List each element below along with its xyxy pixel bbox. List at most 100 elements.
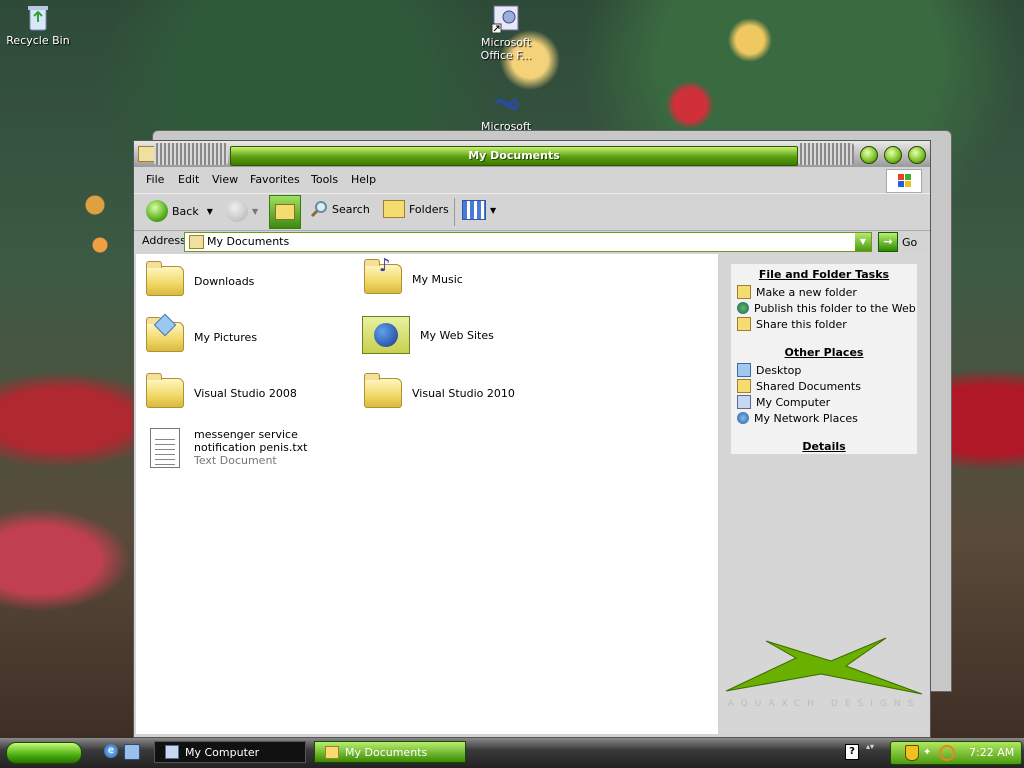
address-field[interactable]: My Documents ▼ — [184, 232, 872, 252]
menu-edit[interactable]: Edit — [178, 173, 199, 186]
go-arrow-icon: → — [878, 232, 898, 252]
place-my-computer[interactable]: My Computer — [731, 394, 917, 410]
clock[interactable]: 7:22 AM — [969, 746, 1014, 759]
menu-file[interactable]: File — [146, 173, 164, 186]
item-type: Text Document — [194, 454, 277, 467]
start-button[interactable] — [6, 742, 82, 764]
place-shared-documents[interactable]: Shared Documents — [731, 378, 917, 394]
chevron-down-icon[interactable]: ▼ — [252, 207, 258, 216]
task-label: Share this folder — [756, 317, 847, 331]
theme-logo: AQUAXCH DESIGNS — [725, 636, 923, 716]
place-label: Desktop — [756, 363, 802, 377]
task-pane: File and Folder Tasks Make a new folder … — [720, 254, 928, 734]
back-arrow-icon — [146, 200, 168, 222]
menu-favorites[interactable]: Favorites — [250, 173, 300, 186]
address-dropdown-button[interactable]: ▼ — [855, 233, 871, 251]
item-name: My Web Sites — [420, 328, 494, 342]
list-item[interactable]: ♪ My Music — [364, 255, 463, 294]
maximize-button[interactable] — [884, 146, 902, 164]
folder-up-icon — [275, 204, 295, 220]
folder-icon — [146, 373, 184, 408]
task-share-folder[interactable]: Share this folder — [731, 316, 917, 332]
web-folder-icon — [362, 316, 410, 354]
close-button[interactable] — [908, 146, 926, 164]
task-label: Make a new folder — [756, 285, 857, 299]
views-button[interactable]: ▼ — [462, 200, 496, 220]
toolbar: Back ▼ ▼ Search Folders ▼ — [134, 193, 930, 231]
security-shield-icon[interactable] — [905, 745, 919, 761]
folder-icon — [189, 235, 204, 249]
go-button[interactable]: → Go — [878, 232, 917, 252]
folder-icon — [737, 379, 751, 393]
network-icon[interactable]: ✦ — [923, 747, 931, 758]
search-button[interactable]: Search — [310, 200, 370, 218]
list-item[interactable]: messenger service notification penis.txt… — [150, 428, 344, 468]
office-shortcut-icon — [491, 4, 521, 34]
title-grip-right — [798, 143, 854, 165]
folders-icon — [383, 200, 405, 218]
task-label: Publish this folder to the Web — [754, 301, 916, 315]
title-bar[interactable]: My Documents — [134, 141, 930, 167]
place-label: My Computer — [756, 395, 831, 409]
help-icon[interactable]: ? — [845, 744, 859, 760]
computer-icon — [165, 745, 179, 759]
place-network[interactable]: My Network Places — [731, 410, 917, 426]
menu-tools[interactable]: Tools — [311, 173, 338, 186]
watermark-text: AQUAXCH DESIGNS — [727, 699, 921, 709]
item-name: My Music — [412, 272, 463, 286]
task-my-documents[interactable]: My Documents — [314, 741, 466, 763]
panel-title[interactable]: Other Places — [731, 342, 917, 362]
forward-arrow-icon — [226, 200, 248, 222]
title-grip-left — [154, 143, 228, 165]
address-value: My Documents — [207, 235, 290, 248]
panel-title[interactable]: Details — [731, 436, 917, 456]
list-item[interactable]: Visual Studio 2010 — [364, 373, 515, 408]
globe-icon — [737, 302, 749, 314]
address-bar: Address My Documents ▼ → Go — [134, 231, 930, 253]
item-name: Downloads — [194, 274, 255, 288]
item-name: Visual Studio 2008 — [194, 386, 297, 400]
language-icon[interactable]: ▴▾ — [866, 742, 874, 751]
place-desktop[interactable]: Desktop — [731, 362, 917, 378]
list-item[interactable]: Visual Studio 2008 — [146, 373, 297, 408]
task-my-computer[interactable]: My Computer — [154, 741, 306, 763]
task-publish-web[interactable]: Publish this folder to the Web — [731, 300, 917, 316]
desktop-icon-office[interactable]: Microsoft Office F... — [466, 4, 546, 62]
list-item[interactable]: My Web Sites — [362, 316, 494, 354]
chevron-down-icon[interactable]: ▼ — [490, 206, 496, 215]
desktop-icon-label: Recycle Bin — [6, 34, 70, 47]
ie-icon[interactable]: e — [104, 744, 118, 758]
back-button[interactable]: Back ▼ — [146, 200, 213, 222]
go-label: Go — [902, 235, 918, 249]
visual-studio-icon — [491, 88, 521, 118]
toolbar-divider — [454, 198, 455, 226]
recycle-bin-icon — [23, 2, 53, 32]
back-label: Back — [172, 204, 199, 218]
explorer-window: My Documents File Edit View Favorites To… — [133, 140, 931, 738]
forward-button[interactable]: ▼ — [226, 200, 258, 222]
task-make-folder[interactable]: Make a new folder — [731, 284, 917, 300]
menu-view[interactable]: View — [212, 173, 238, 186]
panel-title[interactable]: File and Folder Tasks — [731, 264, 917, 284]
list-item[interactable]: Downloads — [146, 261, 255, 296]
up-folder-button[interactable] — [269, 195, 301, 229]
chevron-down-icon[interactable]: ▼ — [207, 207, 213, 216]
desktop-icon — [737, 363, 751, 377]
list-item[interactable]: My Pictures — [146, 313, 257, 352]
views-icon — [462, 200, 486, 220]
show-desktop-icon[interactable] — [124, 744, 140, 760]
pictures-folder-icon — [146, 313, 184, 352]
file-text: messenger service notification penis.txt… — [194, 428, 344, 467]
folders-button[interactable]: Folders — [383, 200, 449, 218]
menu-help[interactable]: Help — [351, 173, 376, 186]
taskbar: e My Computer My Documents ? ▴▾ ✦ 7:22 A… — [0, 738, 1024, 768]
computer-icon — [737, 395, 751, 409]
task-label: My Documents — [345, 745, 428, 759]
search-label: Search — [332, 202, 370, 216]
minimize-button[interactable] — [860, 146, 878, 164]
task-label: My Computer — [185, 745, 260, 759]
desktop-icon-recycle-bin[interactable]: Recycle Bin — [0, 2, 78, 47]
search-tray-icon[interactable] — [939, 745, 955, 761]
new-folder-icon — [737, 285, 751, 299]
item-name: messenger service notification penis.txt — [194, 428, 308, 454]
